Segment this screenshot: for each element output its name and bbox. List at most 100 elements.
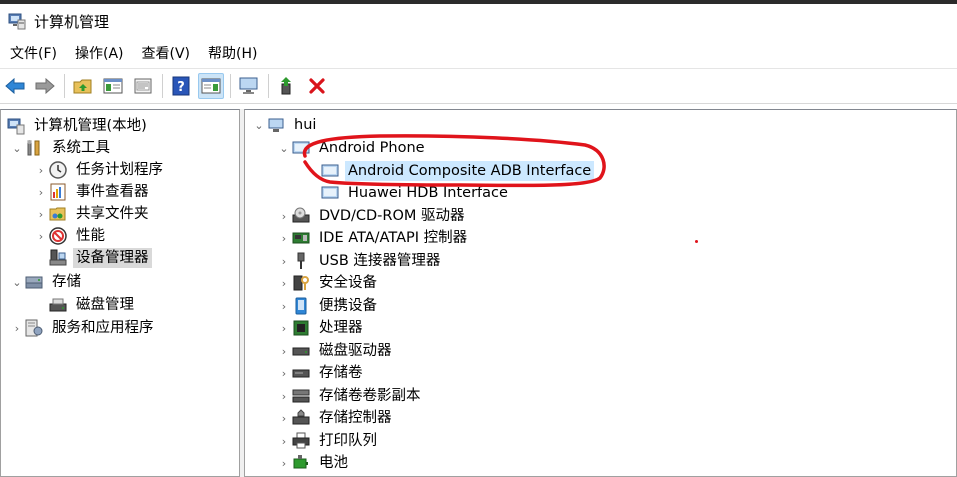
show-hide-action-pane-button[interactable] [198,73,224,99]
device-tree-root[interactable]: ⌄ hui [251,114,319,136]
back-button[interactable] [2,73,28,99]
menu-action[interactable]: 操作(A) [66,40,133,68]
show-hide-tree-button[interactable] [100,73,126,99]
device-category-storage-volume-shadow-copies[interactable]: › 存储卷卷影副本 [276,385,424,407]
device-category-security-devices[interactable]: › 安全设备 [276,272,380,294]
forward-button[interactable] [32,73,58,99]
chevron-right-icon[interactable]: › [33,225,49,247]
device-category-dvd-cd-rom[interactable]: › DVD/CD-ROM 驱动器 [276,205,468,227]
event-viewer-icon [49,183,67,201]
tree-item-label: DVD/CD-ROM 驱动器 [319,208,465,224]
chevron-down-icon[interactable]: ⌄ [276,137,292,159]
chevron-right-icon[interactable]: › [276,250,292,272]
chevron-right-icon[interactable]: › [276,205,292,227]
device-category-batteries[interactable]: › 电池 [276,452,351,474]
dvd-drive-icon [292,207,310,225]
chevron-down-icon[interactable]: ⌄ [9,271,25,293]
tree-item-label: Android Phone [319,140,425,156]
computer-management-icon [7,117,25,135]
tree-item-device-manager[interactable]: 设备管理器 [49,247,152,269]
back-arrow-icon [5,78,25,94]
chevron-right-icon[interactable]: › [276,272,292,294]
device-android-composite-adb-interface[interactable]: Android Composite ADB Interface [321,160,595,182]
disk-drive-icon [292,342,310,360]
chevron-right-icon[interactable]: › [276,362,292,384]
tree-item-label: 存储卷卷影副本 [319,388,421,404]
tree-item-label: 计算机管理(本地) [34,118,147,134]
chevron-right-icon[interactable]: › [276,452,292,474]
device-category-storage-controllers[interactable]: › 存储控制器 [276,407,395,429]
chevron-right-icon[interactable]: › [9,317,25,339]
properties-button[interactable] [130,73,156,99]
tree-item-label: 打印队列 [319,433,377,449]
chevron-right-icon[interactable]: › [276,340,292,362]
storage-volume-icon [292,364,310,382]
device-huawei-hdb-interface[interactable]: Huawei HDB Interface [321,182,511,204]
tree-item-performance[interactable]: › 性能 [33,225,108,247]
tree-item-label: hui [294,117,317,133]
portable-device-icon [292,297,310,315]
device-category-usb-connector-manager[interactable]: › USB 连接器管理器 [276,250,443,272]
chevron-right-icon[interactable]: › [276,295,292,317]
tree-item-shared-folders[interactable]: › 共享文件夹 [33,203,152,225]
clock-icon [49,161,67,179]
shared-folder-icon [49,205,67,223]
chevron-right-icon[interactable]: › [276,407,292,429]
chevron-right-icon[interactable]: › [276,385,292,407]
tree-item-label: 性能 [76,228,105,244]
tree-item-event-viewer[interactable]: › 事件查看器 [33,181,152,203]
usb-connector-icon [292,252,310,270]
tree-item-disk-management[interactable]: 磁盘管理 [49,294,137,316]
action-pane-icon [201,78,221,94]
device-category-portable-devices[interactable]: › 便携设备 [276,295,380,317]
toolbar-separator [268,74,269,98]
chevron-right-icon[interactable]: › [276,317,292,339]
tree-item-label: 任务计划程序 [76,162,163,178]
chevron-down-icon[interactable]: ⌄ [251,114,267,136]
device-category-print-queues[interactable]: › 打印队列 [276,430,380,452]
tree-item-label: 共享文件夹 [76,206,149,222]
battery-icon [292,454,310,472]
chevron-right-icon[interactable]: › [33,181,49,203]
printer-icon [292,432,310,450]
red-x-icon [309,78,325,94]
menu-file[interactable]: 文件(F) [0,40,66,68]
tree-item-label: 服务和应用程序 [52,320,154,336]
chevron-right-icon[interactable]: › [33,203,49,225]
tree-item-label: 安全设备 [319,275,377,291]
menu-help[interactable]: 帮助(H) [199,40,266,68]
tree-item-system-tools[interactable]: ⌄ 系统工具 [9,137,113,159]
tree-item-label: 磁盘驱动器 [319,343,392,359]
toolbar-separator [64,74,65,98]
tree-item-label: 设备管理器 [73,248,152,268]
uninstall-device-button[interactable] [304,73,330,99]
tree-item-label: USB 连接器管理器 [319,253,441,269]
chevron-right-icon[interactable]: › [276,227,292,249]
device-category-processors[interactable]: › 处理器 [276,317,366,339]
chevron-right-icon[interactable]: › [33,159,49,181]
menu-view[interactable]: 查看(V) [133,40,200,68]
chevron-right-icon[interactable]: › [276,430,292,452]
tree-item-task-scheduler[interactable]: › 任务计划程序 [33,159,166,181]
tree-item-label: 便携设备 [319,298,377,314]
toolbar: ? [0,68,957,104]
monitor-scan-icon [239,77,258,94]
computer-icon [267,116,285,134]
device-category-disk-drives[interactable]: › 磁盘驱动器 [276,340,395,362]
update-driver-button[interactable] [274,73,300,99]
hdb-device-icon [321,184,339,202]
help-button[interactable]: ? [168,73,194,99]
tree-item-storage[interactable]: ⌄ 存储 [9,271,84,293]
scan-hardware-button[interactable] [236,73,262,99]
device-category-storage-volumes[interactable]: › 存储卷 [276,362,366,384]
chevron-down-icon[interactable]: ⌄ [9,137,25,159]
tree-item-label: 系统工具 [52,140,110,156]
tree-item-label: IDE ATA/ATAPI 控制器 [319,230,468,246]
device-category-android-phone[interactable]: ⌄ Android Phone [276,137,428,159]
device-category-ide-ata-atapi[interactable]: › IDE ATA/ATAPI 控制器 [276,227,470,249]
up-level-button[interactable] [70,73,96,99]
update-driver-icon [281,77,291,95]
tree-item-computer-management-local[interactable]: 计算机管理(本地) [7,115,150,137]
tree-item-services-and-applications[interactable]: › 服务和应用程序 [9,317,157,339]
title-bar: 计算机管理 [0,4,957,38]
